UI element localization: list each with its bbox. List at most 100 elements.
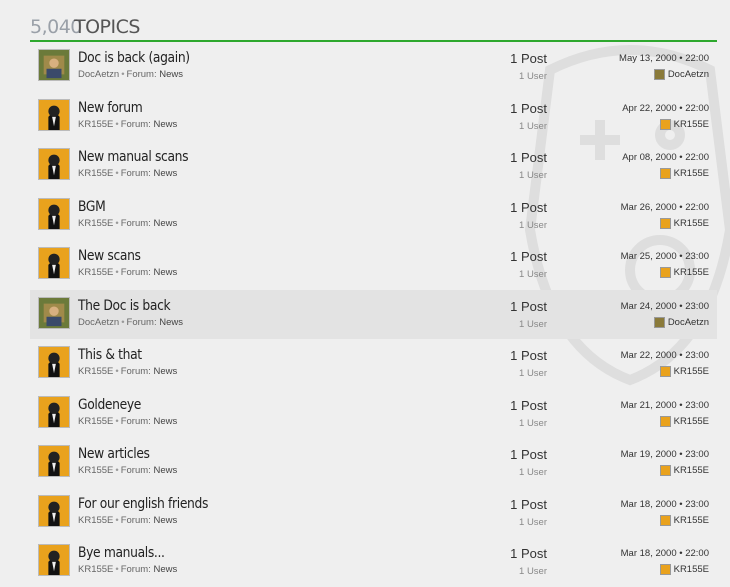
author-avatar[interactable] (38, 247, 70, 279)
last-post-date-link[interactable]: Apr 08, 2000 • 22:00 (622, 152, 709, 163)
topic-row[interactable]: The Doc is back DocAetzn • Forum: News 1 P… (30, 289, 717, 339)
topic-stats: 1 Post 1 User (510, 150, 547, 181)
topic-row[interactable]: This & that KR155E • Forum: News 1 Post 1 … (30, 339, 717, 389)
last-post-username[interactable]: KR155E (674, 465, 709, 476)
topic-title-link[interactable]: New scans (78, 248, 141, 264)
author-avatar[interactable] (38, 148, 70, 180)
author-link[interactable]: KR155E (78, 416, 113, 427)
topic-row[interactable]: Bye manuals... KR155E • Forum: News 1 Post… (30, 537, 717, 587)
topic-title-link[interactable]: Goldeneye (78, 397, 141, 413)
last-post-date-link[interactable]: Mar 24, 2000 • 23:00 (621, 301, 709, 312)
topic-row[interactable]: New forum KR155E • Forum: News 1 Post 1 Us… (30, 92, 717, 142)
forum-link[interactable]: News (153, 366, 177, 377)
last-post-username[interactable]: DocAetzn (668, 317, 709, 328)
last-post-user[interactable]: KR155E (621, 366, 709, 377)
topic-row[interactable]: Goldeneye KR155E • Forum: News 1 Post 1 Us… (30, 389, 717, 439)
last-post-user[interactable]: KR155E (621, 217, 709, 229)
author-avatar[interactable] (38, 494, 70, 527)
forum-link[interactable]: News (153, 465, 177, 476)
last-post-username[interactable]: KR155E (674, 366, 709, 377)
separator-dot: • (115, 465, 119, 476)
forum-link[interactable]: News (153, 218, 177, 229)
last-post-date-link[interactable]: Mar 21, 2000 • 23:00 (621, 400, 709, 411)
author-link[interactable]: KR155E (78, 168, 113, 179)
post-count: 1 Post (510, 496, 547, 512)
author-link[interactable]: KR155E (78, 564, 113, 575)
separator-dot: • (115, 267, 119, 278)
last-post-date-link[interactable]: Mar 18, 2000 • 23:00 (621, 499, 709, 510)
forum-link[interactable]: News (153, 515, 177, 526)
last-post-username[interactable]: KR155E (674, 168, 709, 179)
last-post-user[interactable]: DocAetzn (621, 316, 709, 328)
author-link[interactable]: DocAetzn (78, 69, 119, 80)
author-avatar[interactable] (38, 98, 70, 131)
topic-title-link[interactable]: New manual scans (78, 149, 189, 165)
topic-title-link[interactable]: The Doc is back (78, 298, 171, 314)
author-avatar[interactable] (38, 296, 70, 329)
forum-link[interactable]: News (153, 267, 177, 278)
mini-avatar-icon (659, 168, 671, 179)
last-post-username[interactable]: KR155E (674, 416, 709, 427)
forum-link[interactable]: News (159, 317, 183, 328)
last-post-date-link[interactable]: Apr 22, 2000 • 22:00 (622, 103, 709, 114)
topic-title-link[interactable]: New forum (78, 100, 143, 116)
last-post-username[interactable]: DocAetzn (668, 69, 709, 80)
author-link[interactable]: KR155E (78, 267, 113, 278)
author-avatar[interactable] (38, 395, 70, 428)
last-post-username[interactable]: KR155E (674, 564, 709, 575)
topic-row[interactable]: New articles KR155E • Forum: News 1 Post 1… (30, 438, 717, 488)
last-post-user[interactable]: KR155E (621, 514, 709, 526)
forum-link[interactable]: News (153, 564, 177, 575)
last-post-date-link[interactable]: Mar 18, 2000 • 22:00 (621, 548, 709, 559)
topic-title-link[interactable]: New articles (78, 446, 150, 462)
last-post-username[interactable]: KR155E (674, 267, 709, 278)
author-avatar[interactable] (38, 544, 70, 576)
topic-title-link[interactable]: BGM (78, 199, 106, 215)
topic-title-link[interactable]: Bye manuals... (78, 545, 165, 561)
author-link[interactable]: KR155E (78, 218, 113, 229)
topic-row[interactable]: BGM KR155E • Forum: News 1 Post 1 User Mar… (30, 191, 717, 241)
last-post-date-link[interactable]: Mar 22, 2000 • 23:00 (621, 350, 709, 361)
topic-row[interactable]: For our english friends KR155E • Forum: Ne… (30, 488, 717, 538)
last-post-user[interactable]: KR155E (621, 415, 709, 427)
topic-row[interactable]: New scans KR155E • Forum: News 1 Post 1 Us… (30, 240, 717, 290)
author-link[interactable]: KR155E (78, 465, 113, 476)
last-post-date-link[interactable]: Mar 25, 2000 • 23:00 (621, 251, 709, 262)
last-post-user[interactable]: DocAetzn (619, 69, 709, 80)
last-post-username[interactable]: KR155E (674, 515, 709, 526)
last-post-user[interactable]: KR155E (621, 465, 709, 476)
topic-row[interactable]: Doc is back (again) DocAetzn • Forum: News… (30, 42, 717, 92)
topics-label: TOPICS (74, 16, 140, 38)
last-post-user[interactable]: KR155E (622, 168, 709, 179)
author-link[interactable]: KR155E (78, 366, 113, 377)
topic-row[interactable]: New manual scans KR155E • Forum: News 1 Po… (30, 141, 717, 191)
author-link[interactable]: KR155E (78, 119, 113, 130)
author-avatar[interactable] (38, 49, 70, 81)
mini-avatar-icon (659, 514, 671, 526)
author-avatar[interactable] (38, 197, 70, 230)
last-post-username[interactable]: KR155E (674, 218, 709, 229)
post-count: 1 Post (510, 199, 547, 215)
last-post-date-link[interactable]: Mar 26, 2000 • 22:00 (621, 202, 709, 213)
author-link[interactable]: DocAetzn (78, 317, 119, 328)
last-post-user[interactable]: KR155E (621, 267, 709, 278)
topic-title-link[interactable]: For our english friends (78, 496, 208, 512)
forum-link[interactable]: News (153, 168, 177, 179)
topic-meta: KR155E • Forum: News (78, 465, 177, 476)
last-post-date-link[interactable]: Mar 19, 2000 • 23:00 (621, 449, 709, 460)
post-count: 1 Post (510, 249, 547, 264)
topic-stats: 1 Post 1 User (510, 398, 547, 429)
forum-link[interactable]: News (159, 69, 183, 80)
last-post-username[interactable]: KR155E (674, 119, 709, 130)
topic-title-link[interactable]: This & that (78, 347, 142, 363)
author-link[interactable]: KR155E (78, 515, 113, 526)
forum-link[interactable]: News (153, 119, 177, 130)
topic-title-link[interactable]: Doc is back (again) (78, 50, 190, 66)
forum-link[interactable]: News (153, 416, 177, 427)
last-post-date-link[interactable]: May 13, 2000 • 22:00 (619, 53, 709, 64)
last-post-user[interactable]: KR155E (622, 118, 709, 130)
author-avatar[interactable] (38, 346, 70, 378)
last-post-user[interactable]: KR155E (621, 564, 709, 575)
mini-avatar-icon (659, 118, 671, 130)
author-avatar[interactable] (38, 445, 70, 477)
